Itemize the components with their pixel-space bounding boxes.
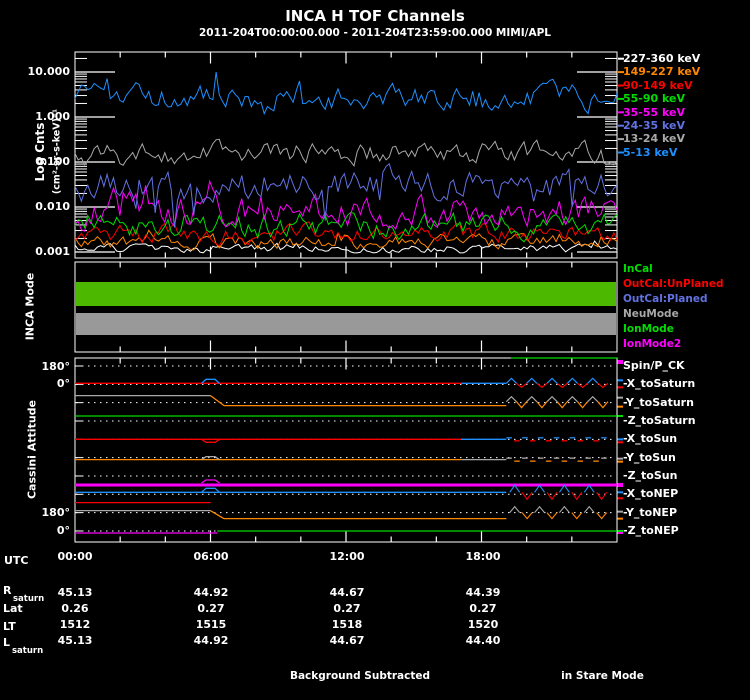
utc-tick-1800: 18:00 <box>465 550 501 563</box>
legend-att-x-nep: -X_toNEP <box>623 487 679 501</box>
attitude-ytick-180-top: 180° <box>41 360 70 373</box>
utc-tick-0000: 00:00 <box>57 550 93 563</box>
stare-mode-note: in Stare Mode <box>561 670 644 682</box>
mode-legend: InCal OutCal:UnPlaned OutCal:Planed NeuM… <box>623 262 724 352</box>
table-cell: 44.92 <box>193 586 229 599</box>
legend-att-x-saturn: -X_toSaturn <box>623 377 696 391</box>
legend-mode-ionmode2: IonMode2 <box>623 338 682 350</box>
table-cell: 44.40 <box>465 634 501 647</box>
utc-tick-0600: 06:00 <box>193 550 229 563</box>
background-subtracted-note: Background Subtracted <box>289 670 431 682</box>
table-cell: 45.13 <box>57 586 93 599</box>
table-cell: 1512 <box>59 618 91 631</box>
legend-mode-outcal-unplaned: OutCal:UnPlaned <box>623 278 724 290</box>
legend-mode-incal: InCal <box>623 263 653 275</box>
legend-att-y-saturn: -Y_toSaturn <box>623 395 694 409</box>
table-cell: 0.27 <box>469 602 497 615</box>
table-cell: 0.27 <box>333 602 361 615</box>
table-cell: 44.67 <box>329 586 365 599</box>
table-row-label-lt: LT <box>3 620 16 633</box>
utc-axis-label: UTC <box>4 554 29 567</box>
table-cell: 44.92 <box>193 634 229 647</box>
table-cell: 1520 <box>467 618 499 631</box>
spectral-legend: 227-360 keV 149-227 keV 90-149 keV 55-90… <box>623 52 700 159</box>
legend-channel-35-55: 35-55 keV <box>623 105 686 119</box>
legend-att-y-nep: -Y_toNEP <box>623 505 678 519</box>
legend-att-z-nep: -Z_toNEP <box>623 524 679 538</box>
table-cell: 0.27 <box>197 602 225 615</box>
table-cell: 1518 <box>331 618 363 631</box>
table-cell: 44.67 <box>329 634 365 647</box>
table-row-sublabel-lsaturn: saturn <box>12 646 44 656</box>
legend-att-z-sun: -Z_toSun <box>623 469 678 483</box>
table-cell: 0.26 <box>61 602 89 615</box>
attitude-legend: Spin/P_CK -X_toSaturn -Y_toSaturn -Z_toS… <box>623 357 696 540</box>
legend-channel-90-149: 90-149 keV <box>623 78 693 92</box>
legend-channel-227-360: 227-360 keV <box>623 52 701 65</box>
table-row-label-lat: Lat <box>3 602 23 615</box>
inca-tof-plot-window: INCA H TOF Channels 2011-204T00:00:00.00… <box>0 0 750 700</box>
legend-mode-neumode: NeuMode <box>623 308 679 320</box>
attitude-ytick-0-top: 0° <box>56 377 70 390</box>
legend-mode-outcal-planed: OutCal:Planed <box>623 293 708 305</box>
legend-att-spin: Spin/P_CK <box>623 359 685 372</box>
attitude-ytick-0-bot: 0° <box>56 524 70 537</box>
legend-channel-24-35: 24-35 keV <box>623 118 686 132</box>
table-cell: 45.13 <box>57 634 93 647</box>
table-cell: 44.39 <box>465 586 501 599</box>
legend-channel-13-24: 13-24 keV <box>623 132 686 146</box>
legend-channel-5-13: 5-13 keV <box>623 145 678 159</box>
legend-channel-149-227: 149-227 keV <box>623 65 701 79</box>
legend-mode-ionmode: IonMode <box>623 323 674 335</box>
legend-att-x-sun: -X_toSun <box>623 432 678 446</box>
legend-att-z-saturn: -Z_toSaturn <box>623 414 696 428</box>
table-cell: 1515 <box>195 618 227 631</box>
table-row-label-rsaturn: R <box>3 584 12 597</box>
legend-att-y-sun: -Y_toSun <box>623 450 676 464</box>
legend-channel-55-90: 55-90 keV <box>623 92 686 106</box>
table-row-label-lsaturn: L <box>3 636 11 649</box>
attitude-ytick-180-bot: 180° <box>41 506 70 519</box>
spectral-ylabel-units: (cm²-sr-s-keV)⁻¹ <box>51 108 63 195</box>
utc-tick-1200: 12:00 <box>329 550 365 563</box>
